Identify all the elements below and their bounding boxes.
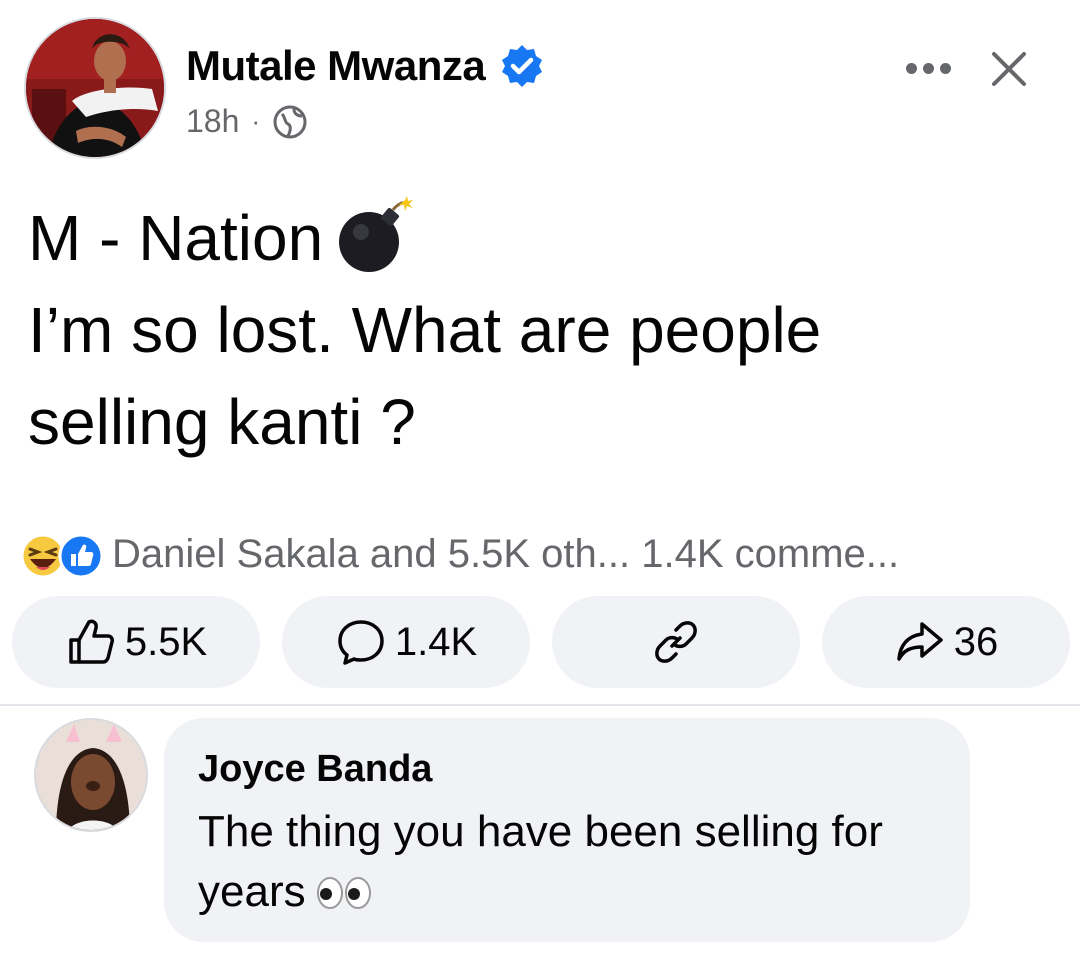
reaction-icons [20,529,106,579]
post-text-line: I’m so lost. What are people [28,294,822,366]
like-count: 5.5K [124,619,208,664]
divider [0,704,1080,706]
like-icon [69,619,114,664]
post-timestamp[interactable]: 18h [186,103,239,140]
comment-item: Joyce Banda The thing you have been sell… [0,712,1080,953]
close-icon[interactable] [986,46,1032,92]
link-icon [655,621,697,663]
reactions-summary[interactable]: Daniel Sakala and 5.5K oth... 1.4K comme… [20,526,1060,582]
share-count: 36 [953,619,999,664]
author-name[interactable]: Mutale Mwanza [186,42,486,90]
share-icon [897,622,943,661]
bomb-emoji-icon [339,196,414,272]
commenter-avatar[interactable] [34,718,148,832]
share-button[interactable]: 36 [822,596,1070,688]
verified-badge-icon [502,45,543,87]
comment-bubble[interactable]: Joyce Banda The thing you have been sell… [164,718,970,942]
comment-text-line: The thing you have been selling for [198,807,883,856]
comment-icon [338,620,384,665]
eyes-emoji-icon [316,877,371,909]
meta-separator: · [251,106,261,136]
post-header: Mutale Mwanza 18h · [0,0,1080,170]
reactions-summary-text[interactable]: Daniel Sakala and 5.5K oth... 1.4K comme… [112,532,899,577]
comment-text: The thing you have been selling for year… [198,802,958,922]
author-avatar[interactable] [24,17,166,159]
more-options-icon[interactable] [898,50,958,86]
copy-link-button[interactable] [552,596,800,688]
comment-count: 1.4K [394,619,478,664]
post-meta: 18h · [186,103,308,140]
comment-text-line: years [198,862,958,922]
post-text-line: selling kanti ? [28,386,416,458]
like-reaction-icon [58,533,104,579]
post-text-line: M - Nation [28,192,1048,284]
post-text: M - Nation I’m so lost. What are people … [28,192,1048,468]
comment-button[interactable]: 1.4K [282,596,530,688]
author-line: Mutale Mwanza [186,42,545,90]
post-actions: 5.5K 1.4K 36 [12,596,1072,688]
globe-icon [273,105,307,138]
like-button[interactable]: 5.5K [12,596,260,688]
commenter-name[interactable]: Joyce Banda [198,748,432,791]
